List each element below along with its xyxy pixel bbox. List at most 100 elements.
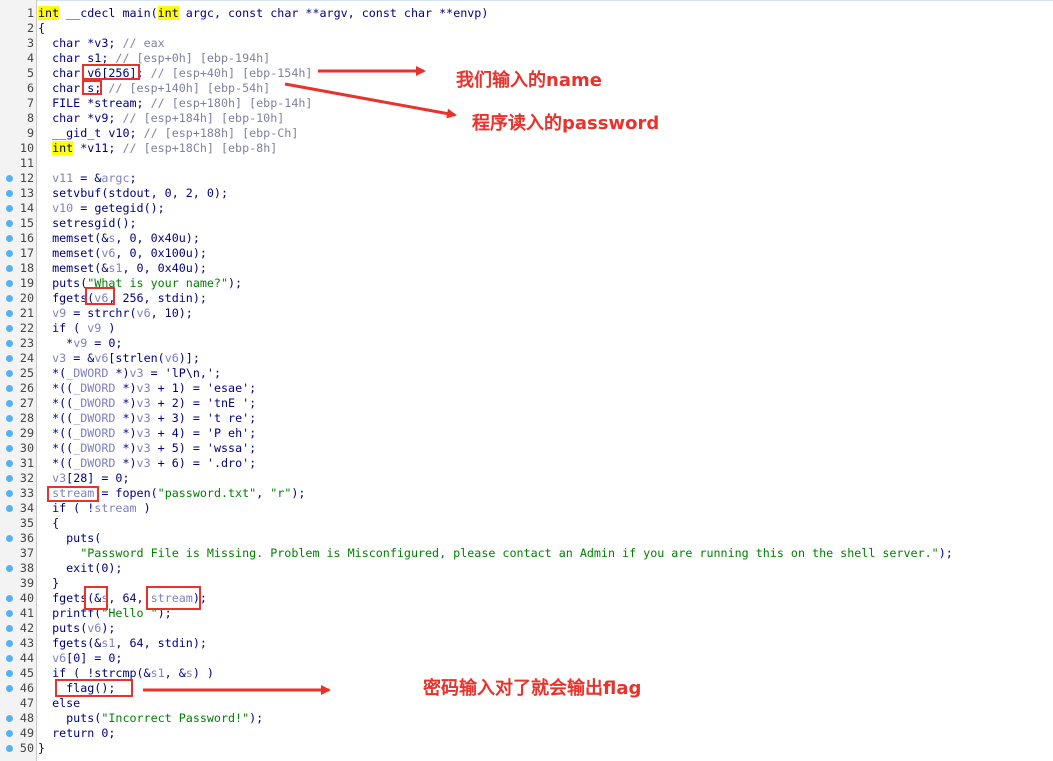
code-token: s1 (150, 666, 165, 680)
line-number: 24 (19, 351, 34, 365)
code-line[interactable]: 29 *((_DWORD *)v3 + 4) = 'P eh'; (0, 426, 1053, 441)
line-number: 3 (26, 36, 34, 50)
code-line[interactable]: 22 if ( v9 ) (0, 321, 1053, 336)
code-line[interactable]: 33 stream = fopen("password.txt", "r"); (0, 486, 1053, 501)
code-line[interactable]: 49 return 0; (0, 726, 1053, 741)
code-line[interactable]: 39 } (0, 576, 1053, 591)
breakpoint-dot-icon[interactable] (6, 310, 13, 317)
breakpoint-dot-icon[interactable] (6, 220, 13, 227)
line-number: 50 (19, 741, 34, 755)
breakpoint-dot-icon[interactable] (6, 355, 13, 362)
code-line[interactable]: 32 v3[28] = 0; (0, 471, 1053, 486)
code-line[interactable]: 4 char s1; // [esp+0h] [ebp-194h] (0, 51, 1053, 66)
code-line[interactable]: 3 char *v3; // eax (0, 36, 1053, 51)
breakpoint-dot-icon[interactable] (6, 265, 13, 272)
code-line[interactable]: 25 *(_DWORD *)v3 = 'lP\n,'; (0, 366, 1053, 381)
breakpoint-dot-icon[interactable] (6, 235, 13, 242)
code-line[interactable]: 30 *((_DWORD *)v3 + 5) = 'wssa'; (0, 441, 1053, 456)
code-line[interactable]: 18 memset(&s1, 0, 0x40u); (0, 261, 1053, 276)
code-line[interactable]: 36 puts( (0, 531, 1053, 546)
code-line[interactable]: 42 puts(v6); (0, 621, 1053, 636)
breakpoint-dot-icon[interactable] (6, 400, 13, 407)
breakpoint-dot-icon[interactable] (6, 295, 13, 302)
breakpoint-dot-icon[interactable] (6, 370, 13, 377)
breakpoint-dot-icon[interactable] (6, 730, 13, 737)
breakpoint-dot-icon[interactable] (6, 595, 13, 602)
breakpoint-dot-icon[interactable] (6, 565, 13, 572)
code-line[interactable]: 34 if ( !stream ) (0, 501, 1053, 516)
breakpoint-dot-icon[interactable] (6, 430, 13, 437)
code-line[interactable]: 15 setresgid(); (0, 216, 1053, 231)
breakpoint-dot-icon[interactable] (6, 655, 13, 662)
breakpoint-dot-icon[interactable] (6, 640, 13, 647)
breakpoint-dot-icon[interactable] (6, 280, 13, 287)
code-line[interactable]: 20 fgets(v6, 256, stdin); (0, 291, 1053, 306)
code-line[interactable]: 11 (0, 156, 1053, 171)
breakpoint-dot-icon[interactable] (6, 670, 13, 677)
breakpoint-dot-icon[interactable] (6, 415, 13, 422)
breakpoint-dot-icon[interactable] (6, 535, 13, 542)
breakpoint-dot-icon[interactable] (6, 460, 13, 467)
line-number: 43 (19, 636, 34, 650)
code-line[interactable]: 16 memset(&s, 0, 0x40u); (0, 231, 1053, 246)
code-token: *) (115, 441, 137, 455)
code-line[interactable]: 37 "Password File is Missing. Problem is… (0, 546, 1053, 561)
code-token: *) (115, 411, 137, 425)
code-token: ); (938, 546, 953, 560)
breakpoint-dot-icon[interactable] (6, 340, 13, 347)
code-token: + 2) = 'tnE '; (150, 396, 257, 410)
code-line[interactable]: 2{ (0, 21, 1053, 36)
code-line[interactable]: 28 *((_DWORD *)v3 + 3) = 't re'; (0, 411, 1053, 426)
code-line[interactable]: 10 int *v11; // [esp+18Ch] [ebp-8h] (0, 141, 1053, 156)
string-token: "Password File is Missing. Problem is Mi… (80, 546, 939, 560)
code-token: _DWORD (73, 456, 116, 470)
code-token: fgets(& (38, 636, 102, 650)
comment-token: // eax (122, 36, 165, 50)
code-line[interactable]: 21 v9 = strchr(v6, 10); (0, 306, 1053, 321)
code-line[interactable]: 19 puts("What is your name?"); (0, 276, 1053, 291)
code-line[interactable]: 17 memset(v6, 0, 0x100u); (0, 246, 1053, 261)
keyword-token: int (157, 6, 179, 20)
code-line[interactable]: 27 *((_DWORD *)v3 + 2) = 'tnE '; (0, 396, 1053, 411)
code-line[interactable]: 38 exit(0); (0, 561, 1053, 576)
breakpoint-dot-icon[interactable] (6, 175, 13, 182)
code-line[interactable]: 50} (0, 741, 1053, 756)
code-token: v3 (136, 426, 151, 440)
code-token: [strlen( (108, 351, 165, 365)
code-line[interactable]: 26 *((_DWORD *)v3 + 1) = 'esae'; (0, 381, 1053, 396)
code-line[interactable]: 35 { (0, 516, 1053, 531)
breakpoint-dot-icon[interactable] (6, 625, 13, 632)
breakpoint-dot-icon[interactable] (6, 385, 13, 392)
code-line[interactable]: 1 int __cdecl main(int argc, const char *… (0, 6, 1053, 21)
breakpoint-dot-icon[interactable] (6, 250, 13, 257)
breakpoint-dot-icon[interactable] (6, 685, 13, 692)
breakpoint-dot-icon[interactable] (6, 490, 13, 497)
code-line[interactable]: 31 *((_DWORD *)v3 + 6) = '.dro'; (0, 456, 1053, 471)
code-text: flag(); (38, 681, 115, 696)
code-line[interactable]: 43 fgets(&s1, 64, stdin); (0, 636, 1053, 651)
code-text: } (38, 741, 45, 756)
breakpoint-dot-icon[interactable] (6, 475, 13, 482)
code-token: v6 (164, 351, 179, 365)
breakpoint-dot-icon[interactable] (6, 445, 13, 452)
breakpoint-dot-icon[interactable] (6, 745, 13, 752)
code-line[interactable]: 41 printf("Hello "); (0, 606, 1053, 621)
breakpoint-dot-icon[interactable] (6, 505, 13, 512)
code-token: v3 (136, 396, 151, 410)
code-line[interactable]: 14 v10 = getegid(); (0, 201, 1053, 216)
breakpoint-dot-icon[interactable] (6, 190, 13, 197)
code-line[interactable]: 23 *v9 = 0; (0, 336, 1053, 351)
breakpoint-dot-icon[interactable] (6, 715, 13, 722)
breakpoint-dot-icon[interactable] (6, 205, 13, 212)
code-line[interactable]: 24 v3 = &v6[strlen(v6)]; (0, 351, 1053, 366)
code-token: fgets(& (38, 591, 102, 605)
code-line[interactable]: 44 v6[0] = 0; (0, 651, 1053, 666)
code-line[interactable]: 13 setvbuf(stdout, 0, 2, 0); (0, 186, 1053, 201)
code-line[interactable]: 12 v11 = &argc; (0, 171, 1053, 186)
breakpoint-dot-icon[interactable] (6, 325, 13, 332)
code-line[interactable]: 48 puts("Incorrect Password!"); (0, 711, 1053, 726)
line-number: 22 (19, 321, 34, 335)
code-text: puts("Incorrect Password!"); (38, 711, 263, 726)
breakpoint-dot-icon[interactable] (6, 610, 13, 617)
code-line[interactable]: 40 fgets(&s, 64, stream); (0, 591, 1053, 606)
